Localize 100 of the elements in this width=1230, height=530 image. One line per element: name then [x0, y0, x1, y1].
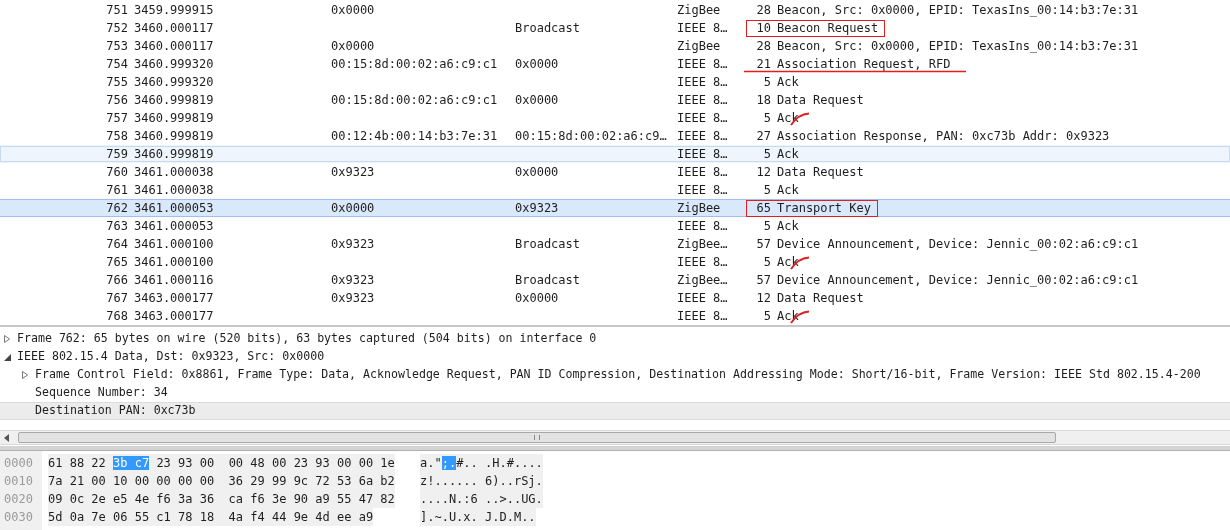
table-cell-text: Broadcast: [515, 20, 582, 37]
table-cell-text: 757: [105, 110, 128, 127]
packet-row[interactable]: 763 3461.000053 IEEE 8… 5 Ack: [0, 217, 1230, 235]
table-cell-text: 5: [762, 146, 771, 163]
tree-item[interactable]: Frame Control Field: 0x8861, Frame Type: Data, Acknowledge Request, PAN ID Compression, Destination Addressing Mode: Short/16-bit, Frame Version: IEEE Std 802.15.4-200: [35, 366, 1201, 384]
table-cell-text: Ack: [776, 182, 799, 199]
table-cell-text: IEEE 8…: [677, 92, 729, 109]
table-cell-text: Data Request: [776, 290, 864, 307]
collapse-triangle-icon[interactable]: [4, 353, 11, 361]
table-cell-text: 10: [755, 20, 771, 37]
table-cell-text: 754: [105, 56, 128, 73]
table-cell-text: IEEE 8…: [677, 254, 729, 271]
packet-row[interactable]: 762 3461.000053 0x0000 0x9323 ZigBee 65 Transport Key: [0, 199, 1230, 217]
offset-label: 0030: [4, 509, 33, 526]
table-cell-text: IEEE 8…: [677, 182, 729, 199]
packet-row[interactable]: 761 3461.000038 IEEE 8… 5 Ack: [0, 181, 1230, 199]
table-cell-text: 3460.000117: [134, 38, 215, 55]
table-cell-text: 00:12:4b:00:14:b3:7e:31: [331, 128, 499, 145]
hex-bytes[interactable]: 7a 21 00 10 00 00 00 00 36 29 99 9c 72 53 6a b2: [48, 472, 395, 490]
table-cell-text: 3460.000117: [134, 20, 215, 37]
table-cell-text: Beacon Request: [776, 20, 879, 37]
table-cell-text: 764: [105, 236, 128, 253]
packet-row[interactable]: 755 3460.999320 IEEE 8… 5 Ack: [0, 73, 1230, 91]
table-cell-text: 3460.999819: [134, 146, 215, 163]
table-cell-text: ZigBee: [677, 38, 722, 55]
expand-triangle-icon[interactable]: [4, 335, 10, 343]
packet-row[interactable]: 760 3461.000038 0x9323 0x0000 IEEE 8… 12 Data Request: [0, 163, 1230, 181]
table-cell-text: 3461.000038: [134, 182, 215, 199]
table-cell-text: 21: [755, 56, 771, 73]
scroll-left-icon[interactable]: [2, 432, 12, 443]
table-cell-text: Ack: [776, 110, 799, 127]
packet-row[interactable]: 766 3461.000116 0x9323 Broadcast ZigBee… 57 Device Announcement, Device: Jennic_00:02:a6:c9:c1: [0, 271, 1230, 289]
table-cell-text: 28: [755, 2, 771, 19]
ascii-bytes[interactable]: z!...... 6)..rSj.: [420, 472, 543, 490]
table-cell-text: Ack: [776, 218, 799, 235]
table-cell-text: IEEE 8…: [677, 146, 729, 163]
ascii-bytes[interactable]: ].~.U.x. J.D.M..: [420, 508, 536, 526]
table-cell-text: Association Response, PAN: 0xc73b Addr: 0x9323: [776, 128, 1110, 145]
table-cell-text: 0x0000: [515, 92, 560, 109]
packet-row[interactable]: 751 3459.999915 0x0000 ZigBee 28 Beacon, Src: 0x0000, EPID: TexasIns_00:14:b3:7e:31: [0, 1, 1230, 19]
table-cell-text: 3460.999819: [134, 92, 215, 109]
table-cell-text: Broadcast: [515, 236, 582, 253]
table-cell-text: 3460.999819: [134, 128, 215, 145]
table-cell-text: 760: [105, 164, 128, 181]
packet-row[interactable]: 754 3460.999320 00:15:8d:00:02:a6:c9:c1 0x0000 IEEE 8… 21 Association Request, RFD: [0, 55, 1230, 73]
table-cell-text: 759: [105, 146, 128, 163]
table-cell-text: Device Announcement, Device: Jennic_00:02:a6:c9:c1: [776, 272, 1139, 289]
packet-row[interactable]: 753 3460.000117 0x0000 ZigBee 28 Beacon, Src: 0x0000, EPID: TexasIns_00:14:b3:7e:31: [0, 37, 1230, 55]
tree-item[interactable]: Frame 762: 65 bytes on wire (520 bits), 63 bytes captured (504 bits) on interface 0: [17, 330, 597, 348]
hex-bytes[interactable]: 61 88 22 3b c7 23 93 00 00 48 00 23 93 00 00 1e: [48, 454, 395, 472]
table-cell-text: 0x0000: [331, 38, 376, 55]
table-cell-text: 751: [105, 2, 128, 19]
table-cell-text: Device Announcement, Device: Jennic_00:02:a6:c9:c1: [776, 236, 1139, 253]
packet-row[interactable]: 756 3460.999819 00:15:8d:00:02:a6:c9:c1 0x0000 IEEE 8… 18 Data Request: [0, 91, 1230, 109]
table-cell-text: 5: [762, 182, 771, 199]
horizontal-scrollbar[interactable]: [0, 430, 1230, 445]
tree-item[interactable]: IEEE 802.15.4 Data, Dst: 0x9323, Src: 0x0000: [17, 348, 325, 366]
table-cell-text: 5: [762, 254, 771, 271]
table-cell-text: 5: [762, 110, 771, 127]
tree-item[interactable]: Destination PAN: 0xc73b: [35, 402, 196, 420]
table-cell-text: Data Request: [776, 92, 864, 109]
table-cell-text: IEEE 8…: [677, 128, 729, 145]
table-cell-text: ZigBee…: [677, 272, 729, 289]
tree-item[interactable]: Sequence Number: 34: [35, 384, 168, 402]
table-cell-text: 3461.000100: [134, 254, 215, 271]
packet-row[interactable]: 752 3460.000117 Broadcast IEEE 8… 10 Beacon Request: [0, 19, 1230, 37]
table-cell-text: 3461.000053: [134, 218, 215, 235]
table-cell-text: 65: [755, 200, 771, 217]
packet-row[interactable]: 759 3460.999819 IEEE 8… 5 Ack: [0, 145, 1230, 163]
expand-triangle-icon[interactable]: [22, 371, 28, 379]
table-cell-text: 57: [755, 236, 771, 253]
packet-row[interactable]: 758 3460.999819 00:12:4b:00:14:b3:7e:31 00:15:8d:00:02:a6:c9… IEEE 8… 27 Association Response, PAN: 0xc73b Addr: 0x9323: [0, 127, 1230, 145]
table-cell-text: 5: [762, 218, 771, 235]
table-cell-text: ZigBee: [677, 200, 722, 217]
ascii-bytes[interactable]: ....N.:6 ..>..UG.: [420, 490, 543, 508]
table-cell-text: 3461.000116: [134, 272, 215, 289]
table-cell-text: Transport Key: [776, 200, 871, 217]
packet-row[interactable]: 767 3463.000177 0x9323 0x0000 IEEE 8… 12 Data Request: [0, 289, 1230, 307]
table-cell-text: 768: [105, 308, 128, 325]
table-cell-text: IEEE 8…: [677, 164, 729, 181]
hex-bytes[interactable]: 5d 0a 7e 06 55 c1 78 18 4a f4 44 9e 4d ee a9: [48, 508, 374, 526]
table-cell-text: 753: [105, 38, 128, 55]
table-cell-text: 28: [755, 38, 771, 55]
table-cell-text: 0x9323: [331, 164, 376, 181]
packet-row[interactable]: 768 3463.000177 IEEE 8… 5 Ack: [0, 307, 1230, 325]
table-cell-text: IEEE 8…: [677, 218, 729, 235]
table-cell-text: Beacon, Src: 0x0000, EPID: TexasIns_00:14:b3:7e:31: [776, 38, 1139, 55]
table-cell-text: 5: [762, 308, 771, 325]
table-cell-text: 0x9323: [515, 200, 560, 217]
packet-row[interactable]: 765 3461.000100 IEEE 8… 5 Ack: [0, 253, 1230, 271]
table-cell-text: 0x0000: [331, 2, 376, 19]
packet-row[interactable]: 757 3460.999819 IEEE 8… 5 Ack: [0, 109, 1230, 127]
table-cell-text: 752: [105, 20, 128, 37]
table-cell-text: 765: [105, 254, 128, 271]
table-cell-text: IEEE 8…: [677, 74, 729, 91]
packet-row[interactable]: 764 3461.000100 0x9323 Broadcast ZigBee… 57 Device Announcement, Device: Jennic_00:02:a6:c9:c1: [0, 235, 1230, 253]
scrollbar-thumb[interactable]: [18, 432, 1056, 443]
table-cell-text: 12: [755, 164, 771, 181]
table-cell-text: Broadcast: [515, 272, 582, 289]
hex-bytes[interactable]: 09 0c 2e e5 4e f6 3a 36 ca f6 3e 90 a9 55 47 82: [48, 490, 395, 508]
